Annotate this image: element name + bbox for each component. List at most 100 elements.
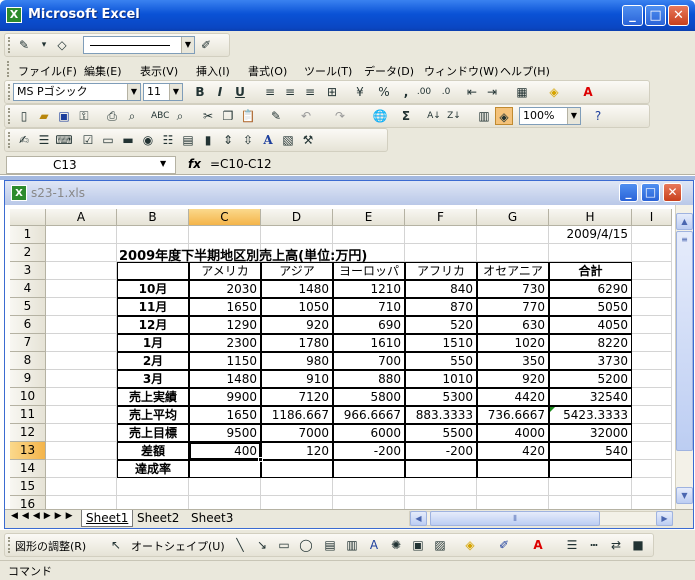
column-header-b[interactable]: B xyxy=(117,209,189,226)
drawing-icon[interactable]: ◈ xyxy=(495,107,513,125)
cell-e1[interactable] xyxy=(333,226,405,244)
column-label-cell[interactable]: アフリカ xyxy=(405,262,477,280)
clipart-icon[interactable]: ▣ xyxy=(409,536,427,554)
value-cell[interactable] xyxy=(333,460,405,478)
cell-i5[interactable] xyxy=(632,298,672,316)
value-cell[interactable]: 870 xyxy=(405,298,477,316)
workbook-minimize-button[interactable]: _ xyxy=(619,183,638,202)
formula-input[interactable]: =C10-C12 xyxy=(210,157,272,171)
value-cell[interactable] xyxy=(189,460,261,478)
value-cell[interactable]: 1510 xyxy=(405,334,477,352)
zoom-select[interactable]: 100% ▼ xyxy=(519,107,581,125)
draw-line-color-icon[interactable]: ✐ xyxy=(495,536,513,554)
cut-icon[interactable]: ✂ xyxy=(199,107,217,125)
column-label-cell[interactable]: アメリカ xyxy=(189,262,261,280)
value-cell[interactable]: 966.6667 xyxy=(333,406,405,424)
select-objects-icon[interactable]: ↖ xyxy=(107,536,125,554)
format-painter-icon[interactable]: ✎ xyxy=(267,107,285,125)
row-header-16[interactable]: 16 xyxy=(10,496,46,509)
row-label-cell[interactable]: 12月 xyxy=(117,316,189,334)
cell-i15[interactable] xyxy=(632,478,672,496)
align-right-icon[interactable]: ≡ xyxy=(301,83,319,101)
listbox-control-icon[interactable]: ☷ xyxy=(159,131,177,149)
menu-format[interactable]: 書式(O) xyxy=(248,63,287,79)
draw-fill-color-icon[interactable]: ◈ xyxy=(461,536,479,554)
value-cell[interactable]: 4420 xyxy=(477,388,549,406)
value-cell[interactable]: 920 xyxy=(261,316,333,334)
cell-g16[interactable] xyxy=(477,496,549,509)
more-controls-icon[interactable]: ⚒ xyxy=(299,131,317,149)
tab-scroll-arrows[interactable]: ◀◀◀▶▶▶ xyxy=(11,511,77,521)
open-icon[interactable]: ▰ xyxy=(35,107,53,125)
value-cell[interactable]: 630 xyxy=(477,316,549,334)
row-header-2[interactable]: 2 xyxy=(10,244,46,262)
cell-g15[interactable] xyxy=(477,478,549,496)
column-header-e[interactable]: E xyxy=(333,209,405,226)
toolbar-grip[interactable] xyxy=(8,37,11,53)
value-cell[interactable]: 1210 xyxy=(333,280,405,298)
dash-style-icon[interactable]: ┅ xyxy=(585,536,603,554)
percent-button[interactable]: % xyxy=(375,83,393,101)
cell-i6[interactable] xyxy=(632,316,672,334)
value-cell[interactable]: 1780 xyxy=(261,334,333,352)
selected-cell[interactable]: 400 xyxy=(189,442,261,460)
cell-h15[interactable] xyxy=(549,478,632,496)
vertical-scrollbar[interactable]: ▲ ≡ ▼ xyxy=(675,205,693,509)
row-header-8[interactable]: 8 xyxy=(10,352,46,370)
autosum-button[interactable]: Σ xyxy=(397,107,415,125)
value-cell[interactable]: 840 xyxy=(405,280,477,298)
row-header-13[interactable]: 13 xyxy=(10,442,46,460)
cell-g2[interactable] xyxy=(477,244,549,262)
value-cell[interactable]: 736.6667 xyxy=(477,406,549,424)
cell-a2[interactable] xyxy=(46,244,117,262)
column-label-cell[interactable]: 合計 xyxy=(549,262,632,280)
cell-i11[interactable] xyxy=(632,406,672,424)
cell-c16[interactable] xyxy=(189,496,261,509)
row-header-5[interactable]: 5 xyxy=(10,298,46,316)
cell-i14[interactable] xyxy=(632,460,672,478)
insert-function-icon[interactable]: fx xyxy=(188,157,201,171)
cell-i7[interactable] xyxy=(632,334,672,352)
chevron-down-icon[interactable]: ▼ xyxy=(567,108,580,124)
row-label-cell[interactable]: 売上実績 xyxy=(117,388,189,406)
merge-center-icon[interactable]: ⊞ xyxy=(323,83,341,101)
menu-insert[interactable]: 挿入(I) xyxy=(196,63,230,79)
value-cell[interactable]: 5050 xyxy=(549,298,632,316)
row-header-1[interactable]: 1 xyxy=(10,226,46,244)
row-label-cell[interactable]: 売上平均 xyxy=(117,406,189,424)
textbox-tool-icon[interactable]: ▤ xyxy=(321,536,339,554)
row-header-11[interactable]: 11 xyxy=(10,406,46,424)
value-cell[interactable]: 120 xyxy=(261,442,333,460)
value-cell[interactable]: 1020 xyxy=(477,334,549,352)
font-select[interactable]: MS Pゴシック ▼ xyxy=(13,83,141,101)
italic-button[interactable]: I xyxy=(211,83,229,101)
cell-a16[interactable] xyxy=(46,496,117,509)
checkbox-control-icon[interactable]: ☑ xyxy=(79,131,97,149)
hscroll-thumb[interactable]: ⦀ xyxy=(430,511,600,526)
button-control-icon[interactable]: ▬ xyxy=(119,131,137,149)
column-header-h[interactable]: H xyxy=(549,209,632,226)
chevron-down-icon[interactable]: ▼ xyxy=(160,159,166,168)
maximize-button[interactable]: □ xyxy=(645,5,666,26)
decrease-decimal-icon[interactable]: .0 xyxy=(437,83,455,101)
value-cell[interactable] xyxy=(549,460,632,478)
diagram-icon[interactable]: ✺ xyxy=(387,536,405,554)
cell-c1[interactable] xyxy=(189,226,261,244)
cell-a7[interactable] xyxy=(46,334,117,352)
spin-control-icon[interactable]: ⇕ xyxy=(219,131,237,149)
row-label-cell[interactable]: 売上目標 xyxy=(117,424,189,442)
chevron-down-icon[interactable]: ▼ xyxy=(181,37,194,53)
value-cell[interactable]: 420 xyxy=(477,442,549,460)
value-cell[interactable]: 980 xyxy=(261,352,333,370)
cell-e15[interactable] xyxy=(333,478,405,496)
value-cell[interactable]: 880 xyxy=(333,370,405,388)
close-button[interactable]: ✕ xyxy=(668,5,689,26)
cell-a4[interactable] xyxy=(46,280,117,298)
row-header-14[interactable]: 14 xyxy=(10,460,46,478)
row-label-cell[interactable]: 11月 xyxy=(117,298,189,316)
print-icon[interactable]: ⎙ xyxy=(103,107,121,125)
line-color-icon[interactable]: ✐ xyxy=(197,36,215,54)
value-cell[interactable]: 1050 xyxy=(261,298,333,316)
row-label-cell[interactable]: 差額 xyxy=(117,442,189,460)
cell-h2[interactable] xyxy=(549,244,632,262)
